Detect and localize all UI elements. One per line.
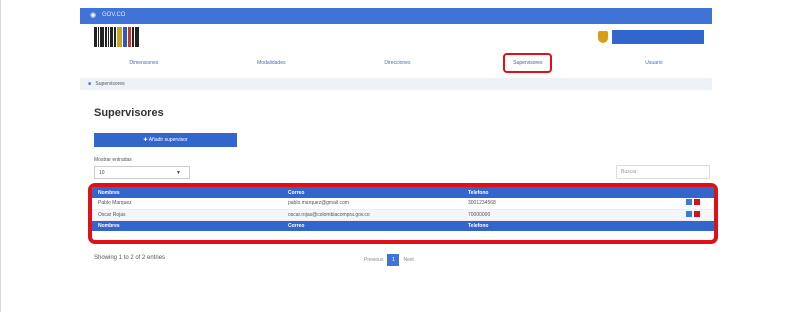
main-nav: Dimensiones Modalidades Direcciones Supe… <box>80 52 712 74</box>
footer-header-correo: Correo <box>282 220 462 231</box>
next-page-button[interactable]: Next <box>403 257 413 263</box>
footer-header-actions <box>642 220 714 231</box>
cell-phone: 3001234568 <box>462 198 642 210</box>
cell-actions <box>642 198 714 210</box>
current-page-button[interactable]: 1 <box>387 254 400 266</box>
table-info: Showing 1 to 2 of 2 entries <box>94 255 166 261</box>
supervisors-table-highlight: Nombres Correo Telefono Pablo Marquez pa… <box>88 183 718 244</box>
add-supervisor-label: Añadir supervisor <box>148 137 188 143</box>
column-header-actions <box>642 187 714 198</box>
breadcrumb: ■ Supervisores <box>80 78 712 90</box>
breadcrumb-current: Supervisores <box>95 81 125 87</box>
footer-header-telefono: Telefono <box>462 220 642 231</box>
tab-modalidades[interactable]: Modalidades <box>251 57 291 69</box>
tab-direcciones[interactable]: Direcciones <box>378 57 416 69</box>
gov-link[interactable]: GOV.CO <box>102 12 125 18</box>
chevron-down-icon: ▼ <box>176 170 181 176</box>
home-icon[interactable]: ■ <box>88 81 91 87</box>
edit-icon[interactable] <box>686 210 692 217</box>
top-bar: ◉ GOV.CO <box>80 8 712 24</box>
table-row: Oscar Rojas oscar.rojas@colombiacompra.g… <box>92 209 714 221</box>
cell-name: Oscar Rojas <box>92 209 282 221</box>
tab-dimensiones[interactable]: Dimensiones <box>123 57 164 69</box>
coat-of-arms-icon <box>598 31 608 43</box>
cell-email: pablo.marquez@gmail.com <box>282 198 462 210</box>
search-input[interactable]: Buscar: <box>616 165 710 179</box>
previous-page-button[interactable]: Previous <box>364 257 383 263</box>
table-header-row: Nombres Correo Telefono <box>92 187 714 198</box>
tab-usuario[interactable]: Usuario <box>639 57 668 69</box>
supervisors-table: Nombres Correo Telefono Pablo Marquez pa… <box>92 187 714 231</box>
page-title: Supervisores <box>94 107 164 119</box>
table-row: Pablo Marquez pablo.marquez@gmail.com 30… <box>92 198 714 210</box>
cell-name: Pablo Marquez <box>92 198 282 210</box>
pagination: Previous 1 Next <box>364 254 414 266</box>
cell-email: oscar.rojas@colombiacompra.gov.co <box>282 209 462 221</box>
gov-logo[interactable] <box>612 30 704 44</box>
column-header-nombres[interactable]: Nombres <box>92 187 282 198</box>
page-size-select[interactable]: 10 ▼ <box>94 166 190 179</box>
page-size-value: 10 <box>99 170 105 176</box>
cell-actions <box>642 209 714 221</box>
column-header-telefono[interactable]: Telefono <box>462 187 642 198</box>
delete-icon[interactable] <box>694 199 700 206</box>
column-header-correo[interactable]: Correo <box>282 187 462 198</box>
home-icon[interactable]: ◉ <box>90 11 96 19</box>
add-supervisor-button[interactable]: ✚ Añadir supervisor <box>94 133 237 147</box>
site-header <box>80 24 712 50</box>
gov-brand <box>598 30 704 44</box>
cell-phone: 70000000 <box>462 209 642 221</box>
delete-icon[interactable] <box>694 210 700 217</box>
site-logo[interactable] <box>94 27 150 47</box>
table-footer-row: Nombres Correo Telefono <box>92 220 714 231</box>
footer-header-nombres: Nombres <box>92 220 282 231</box>
page-size-label: Mostrar entradas <box>94 157 132 163</box>
edit-icon[interactable] <box>686 199 692 206</box>
tab-supervisores[interactable]: Supervisores <box>503 53 553 73</box>
